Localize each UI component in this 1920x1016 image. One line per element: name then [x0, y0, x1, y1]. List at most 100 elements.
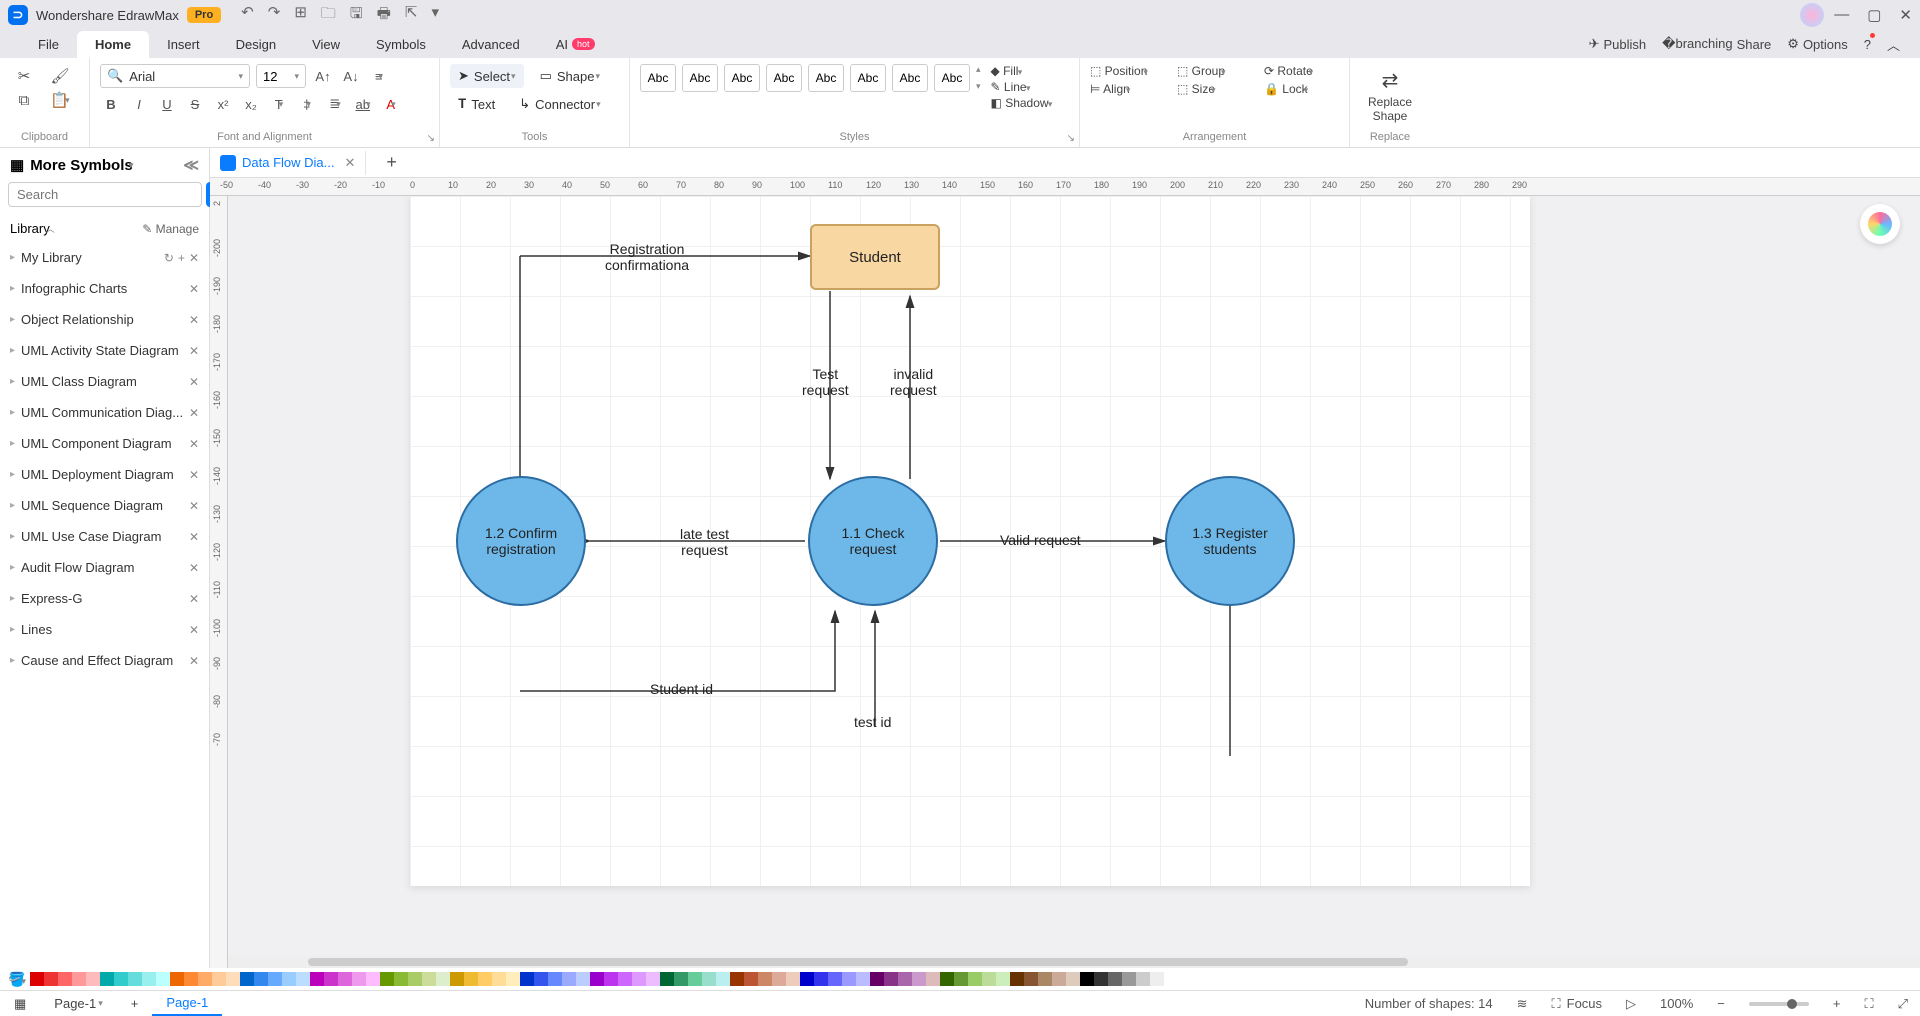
category-item[interactable]: ▸UML Activity State Diagram✕	[0, 335, 209, 366]
manage-link[interactable]: ✎ Manage	[142, 222, 199, 236]
tab-view[interactable]: View	[294, 31, 358, 58]
strike-icon[interactable]: S	[184, 92, 206, 116]
color-swatch[interactable]	[450, 972, 464, 986]
label-late-test[interactable]: late test request	[680, 526, 729, 558]
color-swatch[interactable]	[338, 972, 352, 986]
fill-button[interactable]: ◆ Fill ▾	[991, 64, 1053, 78]
gallery-down-icon[interactable]: ▾	[976, 81, 981, 92]
category-item[interactable]: ▸Object Relationship✕	[0, 304, 209, 335]
chevron-up-icon[interactable]: ︿	[1887, 35, 1900, 54]
color-swatch[interactable]	[268, 972, 282, 986]
library-dropdown[interactable]: Library	[10, 221, 50, 236]
color-swatch[interactable]	[898, 972, 912, 986]
color-swatch[interactable]	[744, 972, 758, 986]
color-swatch[interactable]	[436, 972, 450, 986]
color-swatch[interactable]	[1024, 972, 1038, 986]
open-icon[interactable]: 🗀	[321, 3, 336, 28]
print-icon[interactable]: 🖶	[377, 3, 391, 28]
close-tab-icon[interactable]: ✕	[344, 155, 355, 171]
style-gallery[interactable]: Abc Abc Abc Abc Abc Abc Abc Abc ▴ ▾	[640, 64, 981, 92]
font-launcher-icon[interactable]: ↘	[427, 133, 435, 144]
color-swatch[interactable]	[520, 972, 534, 986]
undo-icon[interactable]: ↶	[241, 3, 254, 28]
line-button[interactable]: ✎ Line ▾	[991, 80, 1053, 94]
color-swatch[interactable]	[100, 972, 114, 986]
close-icon[interactable]: ✕	[1899, 6, 1912, 24]
replace-shape-button[interactable]: ⇄ Replace Shape	[1360, 64, 1420, 127]
color-swatch[interactable]	[590, 972, 604, 986]
color-swatch[interactable]	[562, 972, 576, 986]
close-category-icon[interactable]: ✕	[189, 344, 199, 358]
font-grow-icon[interactable]: A↑	[312, 64, 334, 88]
color-swatch[interactable]	[646, 972, 660, 986]
workspace[interactable]: 2-200-190-180-170-160-150-140-130-120-11…	[210, 196, 1920, 968]
category-item[interactable]: ▸UML Component Diagram✕	[0, 428, 209, 459]
label-test-request[interactable]: Test request	[802, 366, 849, 398]
close-category-icon[interactable]: ✕	[189, 437, 199, 451]
position-button[interactable]: ⬚ Position▾	[1090, 64, 1165, 78]
copy-icon[interactable]: ⧉	[10, 88, 38, 112]
category-item[interactable]: ▸UML Use Case Diagram✕	[0, 521, 209, 552]
remove-icon[interactable]: ✕	[189, 251, 199, 265]
color-swatch[interactable]	[72, 972, 86, 986]
close-category-icon[interactable]: ✕	[189, 654, 199, 668]
color-swatch[interactable]	[702, 972, 716, 986]
select-tool[interactable]: ➤ Select ▾	[450, 64, 524, 88]
page-list-icon[interactable]: ▦	[0, 992, 40, 1016]
styles-launcher-icon[interactable]: ↘	[1067, 133, 1075, 144]
options-button[interactable]: ⚙ Options	[1787, 35, 1847, 54]
category-item[interactable]: ▸UML Deployment Diagram✕	[0, 459, 209, 490]
play-icon[interactable]: ▷	[1614, 996, 1648, 1012]
color-swatch[interactable]	[240, 972, 254, 986]
style-3[interactable]: Abc	[724, 64, 760, 92]
close-category-icon[interactable]: ✕	[189, 406, 199, 420]
color-swatch[interactable]	[1122, 972, 1136, 986]
color-swatch[interactable]	[156, 972, 170, 986]
color-swatch[interactable]	[1108, 972, 1122, 986]
lock-button[interactable]: 🔒 Lock▾	[1264, 82, 1339, 96]
new-icon[interactable]: ⊞	[294, 3, 307, 28]
style-6[interactable]: Abc	[850, 64, 886, 92]
category-item[interactable]: ▸Lines✕	[0, 614, 209, 645]
color-swatch[interactable]	[576, 972, 590, 986]
connector-tool[interactable]: ↳ Connector ▾	[511, 92, 608, 116]
color-swatch[interactable]	[1136, 972, 1150, 986]
label-reg-confirm[interactable]: Registration confirmationa	[605, 241, 689, 273]
close-category-icon[interactable]: ✕	[189, 530, 199, 544]
color-swatch[interactable]	[940, 972, 954, 986]
redo-icon[interactable]: ↷	[268, 3, 281, 28]
qat-more-icon[interactable]: ▾	[431, 3, 439, 28]
page-canvas[interactable]: Student 1.2 Confirm registration 1.1 Che…	[410, 196, 1530, 886]
color-swatch[interactable]	[506, 972, 520, 986]
color-swatch[interactable]	[464, 972, 478, 986]
color-swatch[interactable]	[352, 972, 366, 986]
gallery-up-icon[interactable]: ▴	[976, 64, 981, 75]
zoom-out-icon[interactable]: −	[1705, 996, 1737, 1011]
fill-bucket-icon[interactable]: 🪣▾	[8, 971, 26, 988]
bold-icon[interactable]: B	[100, 92, 122, 116]
shape-register-students[interactable]: 1.3 Register students	[1165, 476, 1295, 606]
color-swatch[interactable]	[674, 972, 688, 986]
ai-assistant-badge[interactable]	[1860, 204, 1900, 244]
color-swatch[interactable]	[254, 972, 268, 986]
color-swatch[interactable]	[366, 972, 380, 986]
color-swatch[interactable]	[394, 972, 408, 986]
subscript-icon[interactable]: x₂	[240, 92, 262, 116]
close-category-icon[interactable]: ✕	[189, 499, 199, 513]
color-swatch[interactable]	[786, 972, 800, 986]
size-button[interactable]: ⬚ Size▾	[1177, 82, 1252, 96]
category-item[interactable]: ▸UML Sequence Diagram✕	[0, 490, 209, 521]
focus-button[interactable]: ⛶ Focus	[1540, 996, 1615, 1012]
bullets-icon[interactable]: ≣▾	[324, 92, 346, 116]
font-shrink-icon[interactable]: A↓	[340, 64, 362, 88]
fontcolor-icon[interactable]: A▾	[380, 92, 402, 116]
color-swatch[interactable]	[548, 972, 562, 986]
color-swatch[interactable]	[170, 972, 184, 986]
color-swatch[interactable]	[408, 972, 422, 986]
color-swatch[interactable]	[1094, 972, 1108, 986]
style-4[interactable]: Abc	[766, 64, 802, 92]
color-swatch[interactable]	[968, 972, 982, 986]
category-item[interactable]: ▸UML Communication Diag...✕	[0, 397, 209, 428]
export-icon[interactable]: ⇱	[405, 3, 418, 28]
color-swatch[interactable]	[492, 972, 506, 986]
